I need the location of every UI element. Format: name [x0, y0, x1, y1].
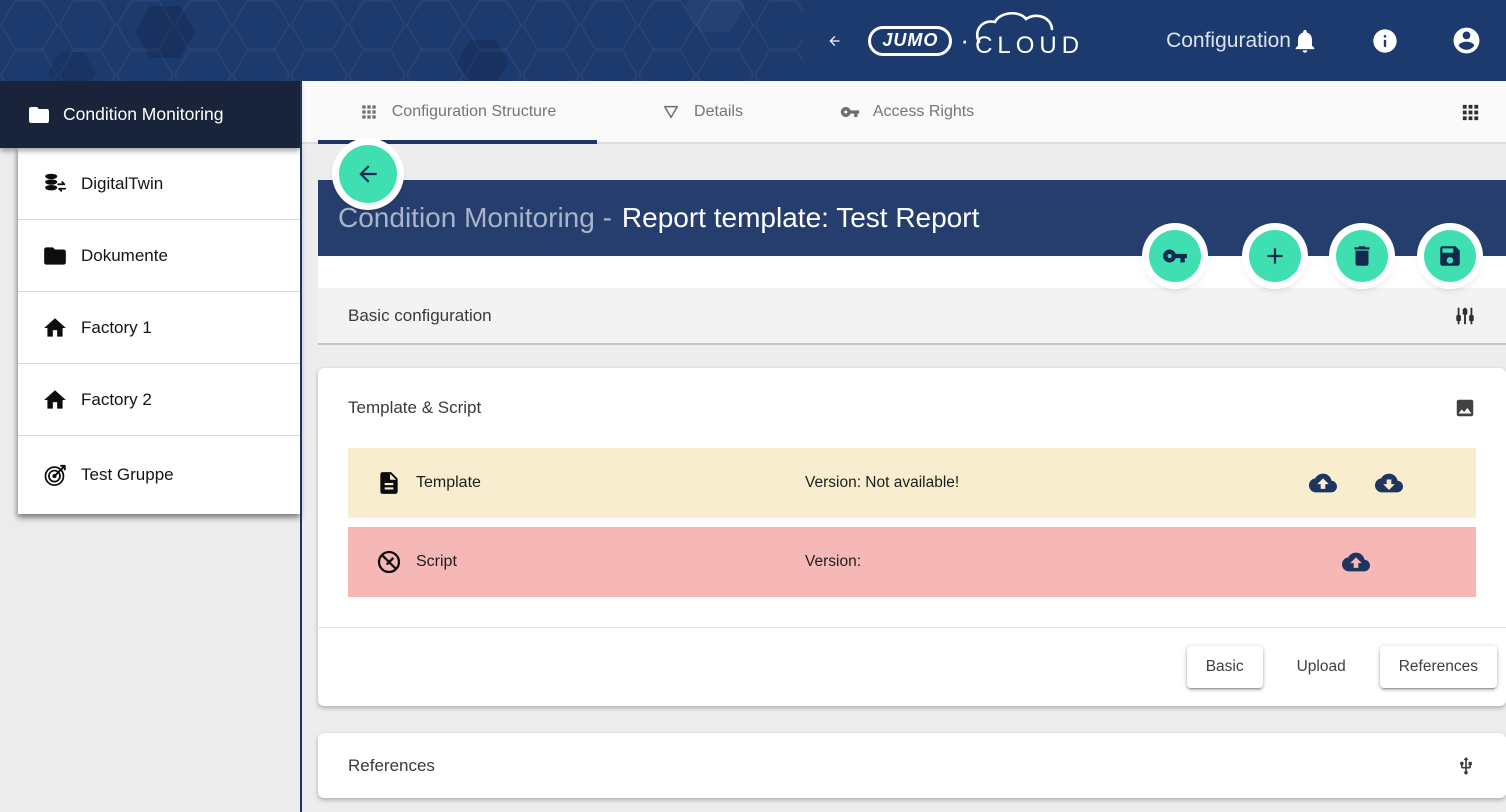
- script-actions: [1236, 548, 1476, 576]
- sidebar-item-factory-1[interactable]: Factory 1: [18, 292, 300, 364]
- key-icon: [1162, 243, 1188, 269]
- funnel-icon: [661, 102, 681, 122]
- notifications-bell-icon[interactable]: [1291, 27, 1319, 55]
- logo-separator: ·: [960, 25, 969, 56]
- jumo-cloud-logo: JUMO · CLOUD: [868, 22, 1084, 60]
- plus-icon: [1262, 243, 1288, 269]
- home-icon: [42, 387, 68, 413]
- tab-label: Configuration Structure: [392, 103, 557, 121]
- tab-details[interactable]: Details: [597, 81, 807, 142]
- content-back-button[interactable]: [339, 145, 397, 203]
- cloud-upload-icon[interactable]: [1342, 548, 1370, 576]
- usb-icon: [1456, 751, 1476, 781]
- card-button-row: Basic Upload References: [318, 628, 1506, 706]
- jumo-logo-pill: JUMO: [868, 26, 952, 56]
- basic-configuration-label: Basic configuration: [348, 306, 492, 326]
- sidebar-header-label: Condition Monitoring: [63, 104, 224, 125]
- sidebar-item-digitaltwin[interactable]: DigitalTwin: [18, 148, 300, 220]
- add-fab[interactable]: [1249, 230, 1301, 282]
- tab-configuration-structure[interactable]: Configuration Structure: [318, 81, 597, 142]
- arrow-left-icon: [355, 161, 381, 187]
- sidebar-header-condition-monitoring[interactable]: Condition Monitoring: [0, 81, 300, 148]
- template-label: Template: [416, 474, 481, 492]
- digital-twin-icon: [42, 171, 68, 197]
- info-icon[interactable]: [1371, 27, 1399, 55]
- delete-fab[interactable]: [1336, 230, 1388, 282]
- tab-label: Details: [694, 103, 743, 121]
- sidebar-item-factory-2[interactable]: Factory 2: [18, 364, 300, 436]
- sidebar-item-label: Test Gruppe: [81, 465, 174, 485]
- content-title-prefix: Condition Monitoring -: [338, 202, 612, 234]
- trash-icon: [1349, 243, 1375, 269]
- main-content: Configuration Structure Details Access R…: [302, 81, 1506, 812]
- upload-button[interactable]: Upload: [1278, 646, 1365, 688]
- basic-button[interactable]: Basic: [1187, 646, 1263, 688]
- folder-icon: [27, 103, 51, 127]
- sidebar-item-label: DigitalTwin: [81, 174, 163, 194]
- cloud-upload-icon[interactable]: [1309, 469, 1337, 497]
- tune-icon: [1454, 305, 1476, 327]
- app-back-icon[interactable]: [827, 27, 842, 55]
- logo-secondary-text: CLOUD: [975, 22, 1084, 60]
- grid-icon: [359, 102, 379, 122]
- hex-pattern-decoration: [0, 0, 803, 81]
- template-row: Template Version: Not available!: [348, 448, 1476, 518]
- access-rights-fab[interactable]: [1149, 230, 1201, 282]
- apps-grid-icon[interactable]: [1459, 101, 1482, 124]
- basic-configuration-row[interactable]: Basic configuration: [318, 288, 1506, 345]
- sidebar-item-dokumente[interactable]: Dokumente: [18, 220, 300, 292]
- tab-label: Access Rights: [873, 103, 974, 121]
- save-fab[interactable]: [1424, 230, 1476, 282]
- logo-primary-text: JUMO: [882, 30, 938, 51]
- references-row[interactable]: References: [318, 733, 1506, 798]
- script-version: Version:: [805, 553, 861, 571]
- script-row-left: Script: [348, 549, 457, 575]
- sidebar-divider: [300, 81, 302, 812]
- cloud-download-icon[interactable]: [1375, 469, 1403, 497]
- template-row-left: Template: [348, 470, 481, 496]
- target-icon: [42, 462, 68, 488]
- references-label: References: [348, 756, 435, 776]
- folder-icon: [42, 243, 68, 269]
- template-script-header: Template & Script: [318, 368, 1506, 448]
- script-row: Script Version:: [348, 527, 1476, 597]
- template-actions: [1236, 469, 1476, 497]
- sidebar-item-test-gruppe[interactable]: Test Gruppe: [18, 436, 300, 514]
- image-icon[interactable]: [1454, 397, 1476, 419]
- content-title-main: Report template: Test Report: [622, 202, 979, 234]
- edit-off-icon: [376, 549, 402, 575]
- key-icon: [840, 102, 860, 122]
- content-header-band: Condition Monitoring - Report template: …: [318, 180, 1506, 256]
- script-label: Script: [416, 553, 457, 571]
- document-icon: [376, 470, 402, 496]
- sidebar-item-label: Factory 1: [81, 318, 152, 338]
- sidebar-tree-panel: DigitalTwin Dokumente Factory 1 Factory …: [18, 148, 300, 514]
- cloud-logo-icon: [969, 10, 1089, 44]
- tab-access-rights[interactable]: Access Rights: [807, 81, 1007, 142]
- template-script-card: Template & Script Template Version: Not …: [318, 368, 1506, 706]
- header-lower-strip: [318, 256, 1506, 288]
- home-icon: [42, 315, 68, 341]
- sidebar-item-label: Factory 2: [81, 390, 152, 410]
- template-script-title: Template & Script: [348, 398, 481, 418]
- save-icon: [1437, 243, 1463, 269]
- sidebar-item-label: Dokumente: [81, 246, 168, 266]
- references-button[interactable]: References: [1380, 646, 1497, 688]
- account-icon[interactable]: [1451, 25, 1482, 56]
- template-version: Version: Not available!: [805, 474, 959, 492]
- page-title: Configuration: [1166, 29, 1291, 53]
- app-bar-actions: [1291, 25, 1506, 56]
- app-bar: JUMO · CLOUD Configuration: [0, 0, 1506, 81]
- tab-bar: Configuration Structure Details Access R…: [302, 81, 1506, 144]
